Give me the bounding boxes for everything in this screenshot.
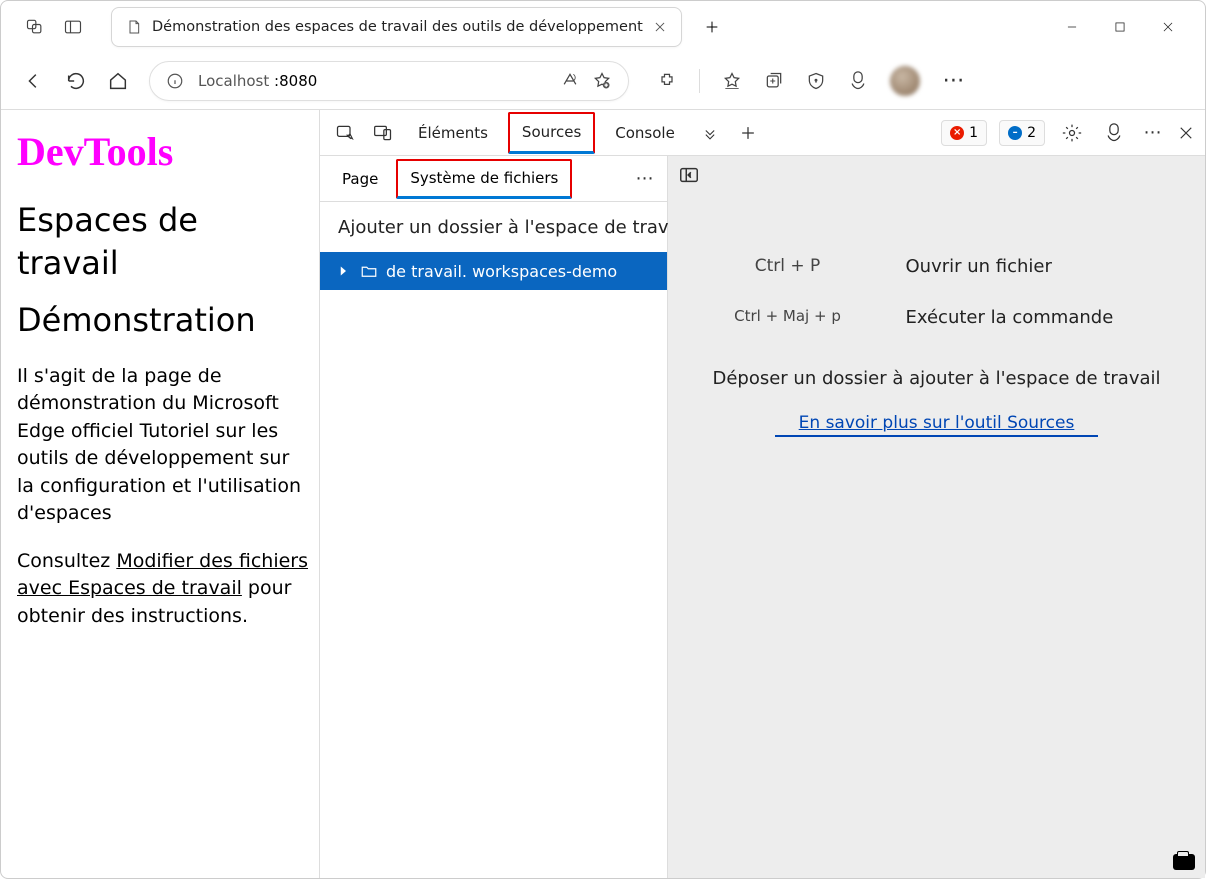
- more-tabs-icon[interactable]: [700, 123, 720, 143]
- errors-count: 1: [969, 125, 978, 141]
- favorites-icon[interactable]: [722, 71, 742, 91]
- new-tab-icon[interactable]: [704, 19, 720, 35]
- content-area: DevTools Espaces de travail Démonstratio…: [1, 109, 1205, 878]
- expand-icon: [334, 262, 352, 280]
- devtools-panel: Éléments Sources Console 1 2 ⋯: [319, 110, 1205, 878]
- tab-actions-icon[interactable]: [63, 17, 83, 37]
- add-favorite-icon[interactable]: [592, 71, 612, 91]
- learn-more-link[interactable]: En savoir plus sur l'outil Sources: [775, 413, 1099, 437]
- collapse-navigator-icon[interactable]: [678, 164, 700, 186]
- title-bar: Démonstration des espaces de travail des…: [1, 1, 1205, 53]
- tab-title: Démonstration des espaces de travail des…: [152, 19, 643, 35]
- window-controls: [1065, 20, 1199, 34]
- refresh-icon[interactable]: [65, 70, 87, 92]
- url-host: Localhost: [198, 72, 269, 90]
- minimize-icon[interactable]: [1065, 20, 1079, 34]
- tab-sources[interactable]: Sources: [508, 112, 595, 154]
- error-icon: [950, 126, 964, 140]
- page-para2-pre: Consultez: [17, 550, 116, 572]
- title-bar-left-icons: [7, 17, 101, 37]
- page-paragraph-1: Il s'agit de la page de démonstration du…: [17, 363, 309, 528]
- page-title: DevTools: [17, 128, 309, 175]
- close-devtools-icon[interactable]: [1177, 124, 1195, 142]
- keyboard-hints: Ctrl + P Ouvrir un fichier Ctrl + Maj + …: [688, 256, 1186, 328]
- home-icon[interactable]: [107, 70, 129, 92]
- subtab-filesystem[interactable]: Système de fichiers: [396, 159, 572, 199]
- errors-chip[interactable]: 1: [941, 120, 987, 146]
- read-aloud-icon[interactable]: [560, 71, 580, 91]
- navigator-subtabs: Page Système de fichiers ⋯: [320, 156, 667, 202]
- profile-avatar[interactable]: [890, 66, 920, 96]
- sources-body: Page Système de fichiers ⋯ Ajouter un do…: [320, 156, 1205, 878]
- info-chip[interactable]: 2: [999, 120, 1045, 146]
- shortcut-cmd-key: Ctrl + Maj + p: [688, 307, 888, 328]
- learn-more-wrapper: En savoir plus sur l'outil Sources: [668, 413, 1205, 433]
- info-count: 2: [1027, 125, 1036, 141]
- settings-icon[interactable]: [1062, 123, 1082, 143]
- more-menu-icon[interactable]: ⋯: [942, 70, 966, 92]
- url-port: :8080: [274, 72, 317, 90]
- rendered-page: DevTools Espaces de travail Démonstratio…: [1, 110, 319, 878]
- toolbar-right: ⋯: [657, 66, 966, 96]
- devtools-right: 1 2 ⋯: [941, 120, 1195, 146]
- address-bar: Localhost :8080 ⋯: [1, 53, 1205, 109]
- devtools-more-icon[interactable]: ⋯: [1141, 124, 1165, 142]
- tab-console[interactable]: Console: [603, 112, 687, 154]
- url-field[interactable]: Localhost :8080: [149, 61, 629, 101]
- back-icon[interactable]: [23, 70, 45, 92]
- navigator-more-icon[interactable]: ⋯: [633, 170, 657, 188]
- browser-tab[interactable]: Démonstration des espaces de travail des…: [111, 7, 682, 47]
- maximize-icon[interactable]: [1113, 20, 1127, 34]
- feedback-icon[interactable]: [1104, 123, 1124, 143]
- toolbar-separator: [699, 69, 700, 93]
- page-paragraph-2: Consultez Modifier des fichiers avec Esp…: [17, 548, 309, 631]
- toggle-drawer-icon[interactable]: [1173, 854, 1195, 870]
- browser-essentials-icon[interactable]: [848, 71, 868, 91]
- workspace-folder[interactable]: de travail. workspaces-demo: [320, 252, 667, 290]
- page-subheading-2: Démonstration: [17, 299, 309, 342]
- folder-label: de travail. workspaces-demo: [386, 262, 617, 281]
- devtools-tabbar: Éléments Sources Console 1 2 ⋯: [320, 110, 1205, 156]
- collections-icon[interactable]: [764, 71, 784, 91]
- url-text: Localhost :8080: [198, 72, 317, 90]
- shortcut-cmd-label: Exécuter la commande: [906, 307, 1186, 328]
- tab-elements[interactable]: Éléments: [406, 112, 500, 154]
- shortcut-open-label: Ouvrir un fichier: [906, 256, 1186, 277]
- close-window-icon[interactable]: [1161, 20, 1175, 34]
- page-icon: [126, 19, 142, 35]
- device-toggle-icon[interactable]: [373, 123, 393, 143]
- folder-icon: [360, 262, 378, 280]
- close-tab-icon[interactable]: [653, 20, 667, 34]
- inspect-icon[interactable]: [335, 123, 355, 143]
- extensions-icon[interactable]: [657, 71, 677, 91]
- info-icon: [1008, 126, 1022, 140]
- add-folder-label: Ajouter un dossier à l'espace de travail: [338, 217, 690, 238]
- editor-panel: Ctrl + P Ouvrir un fichier Ctrl + Maj + …: [668, 156, 1205, 878]
- page-subheading-1: Espaces de travail: [17, 199, 309, 285]
- url-pill-right: [560, 71, 612, 91]
- navigator-panel: Page Système de fichiers ⋯ Ajouter un do…: [320, 156, 668, 878]
- new-tab-devtools-icon[interactable]: [738, 123, 758, 143]
- drop-hint: Déposer un dossier à ajouter à l'espace …: [668, 368, 1205, 389]
- shortcut-open-key: Ctrl + P: [688, 256, 888, 277]
- security-icon[interactable]: [806, 71, 826, 91]
- site-info-icon[interactable]: [166, 72, 184, 90]
- subtab-page[interactable]: Page: [330, 159, 390, 199]
- add-folder-button[interactable]: Ajouter un dossier à l'espace de travail: [320, 202, 667, 252]
- workspaces-icon[interactable]: [25, 17, 45, 37]
